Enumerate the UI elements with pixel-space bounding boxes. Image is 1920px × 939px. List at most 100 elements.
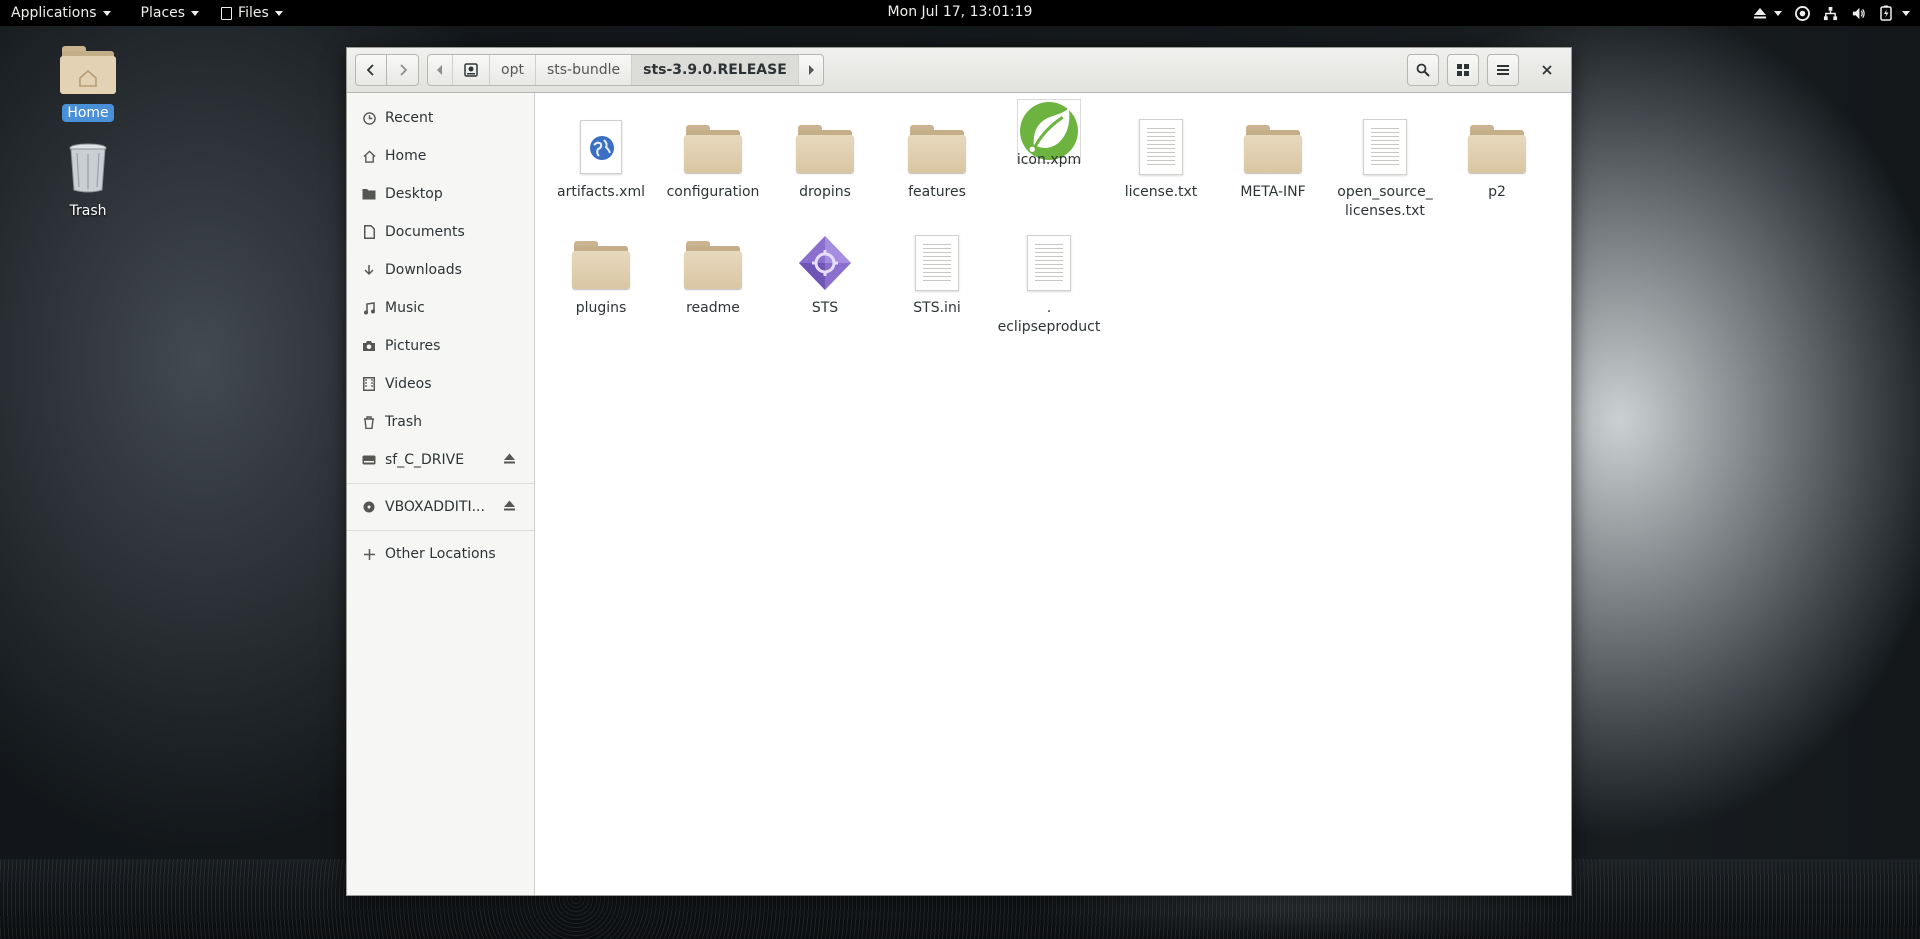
accessibility-icon[interactable]	[1794, 5, 1810, 21]
file-item[interactable]: features	[881, 115, 993, 231]
search-button[interactable]	[1407, 54, 1439, 86]
file-item[interactable]: STS.ini	[881, 231, 993, 347]
sidebar-item-vboxadditions[interactable]: VBOXADDITI...	[347, 488, 534, 526]
sidebar-item-recent[interactable]: Recent	[347, 99, 534, 137]
search-icon	[1416, 63, 1430, 77]
chevron-down-icon[interactable]	[1774, 10, 1782, 16]
file-name: open_source_ licenses.txt	[1337, 184, 1433, 219]
sidebar-item-label: Downloads	[385, 262, 462, 278]
chevron-down-icon	[274, 10, 283, 16]
sidebar-item-pictures[interactable]: Pictures	[347, 327, 534, 365]
chevron-down-icon	[191, 10, 200, 16]
header-bar: opt sts-bundle sts-3.9.0.RELEASE	[347, 48, 1571, 93]
sidebar-item-documents[interactable]: Documents	[347, 213, 534, 251]
network-icon[interactable]	[1822, 5, 1838, 21]
chevron-down-icon	[102, 10, 111, 16]
chevron-right-icon	[399, 64, 407, 76]
sidebar-item-label: Music	[385, 300, 425, 316]
file-item[interactable]: open_source_ licenses.txt	[1329, 115, 1441, 231]
view-toggle-button[interactable]	[1447, 54, 1479, 86]
sidebar-item-home[interactable]: Home	[347, 137, 534, 175]
file-name: . eclipseproduct	[997, 300, 1101, 335]
applications-menu[interactable]: Applications	[0, 0, 122, 26]
path-scroll-left-button[interactable]	[428, 55, 453, 85]
clock[interactable]: Mon Jul 17, 13:01:19	[888, 4, 1033, 20]
folder-icon	[569, 231, 633, 295]
path-root-button[interactable]	[453, 55, 490, 85]
grid-view-icon	[1457, 64, 1469, 76]
chevron-down-icon[interactable]	[1902, 10, 1910, 16]
path-scroll-right-button[interactable]	[799, 55, 823, 85]
system-tray[interactable]	[1752, 0, 1910, 26]
sidebar-separator	[347, 530, 534, 531]
desktop-trash-icon[interactable]: Trash	[43, 138, 133, 220]
forward-button[interactable]	[387, 54, 419, 86]
file-view[interactable]: artifacts.xml configuration dropins feat…	[535, 93, 1571, 895]
file-item[interactable]: plugins	[545, 231, 657, 347]
sidebar-item-other-locations[interactable]: Other Locations	[347, 535, 534, 573]
path-segment-opt[interactable]: opt	[490, 55, 536, 85]
triangle-right-icon	[808, 65, 814, 75]
close-icon	[1542, 65, 1552, 75]
file-name: STS.ini	[913, 300, 961, 316]
sidebar-item-videos[interactable]: Videos	[347, 365, 534, 403]
eject-icon[interactable]	[503, 453, 516, 467]
file-item[interactable]: p2	[1441, 115, 1553, 231]
folder-icon	[1465, 115, 1529, 179]
file-item[interactable]: configuration	[657, 115, 769, 231]
file-item[interactable]: . eclipseproduct	[993, 231, 1105, 347]
path-segment-sts-bundle[interactable]: sts-bundle	[536, 55, 633, 85]
xml-file-icon	[569, 115, 633, 179]
sidebar-item-label: Videos	[385, 376, 432, 392]
hamburger-menu-icon	[1497, 65, 1509, 75]
path-segment-current[interactable]: sts-3.9.0.RELEASE	[632, 55, 799, 85]
menu-button[interactable]	[1487, 54, 1519, 86]
close-window-button[interactable]	[1531, 54, 1563, 86]
video-icon	[361, 377, 377, 391]
text-file-icon	[1017, 231, 1081, 295]
sidebar-item-sf-c-drive[interactable]: sf_C_DRIVE	[347, 441, 534, 479]
file-item[interactable]: META-INF	[1217, 115, 1329, 231]
file-name: artifacts.xml	[557, 184, 645, 200]
folder-icon	[361, 188, 377, 200]
folder-icon	[681, 231, 745, 295]
executable-icon	[793, 231, 857, 295]
nav-buttons	[355, 54, 419, 86]
sidebar-separator	[347, 483, 534, 484]
sidebar-item-label: Trash	[385, 414, 422, 430]
sidebar-item-desktop[interactable]: Desktop	[347, 175, 534, 213]
path-bar: opt sts-bundle sts-3.9.0.RELEASE	[427, 54, 824, 86]
file-item[interactable]: icon.xpm	[993, 99, 1105, 231]
volume-icon[interactable]	[1850, 5, 1866, 21]
battery-icon[interactable]	[1878, 5, 1894, 21]
plus-icon	[361, 548, 377, 560]
home-folder-icon	[60, 46, 116, 94]
file-name: STS	[811, 300, 839, 316]
trash-icon	[361, 415, 377, 429]
files-window: opt sts-bundle sts-3.9.0.RELEASE Recent …	[346, 47, 1572, 896]
file-name: license.txt	[1124, 184, 1198, 200]
files-menu[interactable]: Files	[210, 0, 294, 26]
eject-icon[interactable]	[503, 500, 516, 514]
sidebar-item-trash[interactable]: Trash	[347, 403, 534, 441]
sidebar-item-downloads[interactable]: Downloads	[347, 251, 534, 289]
sidebar-item-label: Desktop	[385, 186, 443, 202]
folder-icon	[793, 115, 857, 179]
chevron-left-icon	[366, 64, 374, 76]
clock-icon	[361, 111, 377, 125]
file-item[interactable]: dropins	[769, 115, 881, 231]
sidebar-item-music[interactable]: Music	[347, 289, 534, 327]
file-name: dropins	[799, 184, 851, 200]
file-item[interactable]: artifacts.xml	[545, 115, 657, 231]
home-icon	[361, 149, 377, 163]
file-name: configuration	[666, 184, 760, 200]
download-icon	[361, 264, 377, 277]
desktop-home-label: Home	[62, 104, 114, 122]
file-item[interactable]: license.txt	[1105, 115, 1217, 231]
desktop-home-icon[interactable]: Home	[43, 40, 133, 122]
places-menu[interactable]: Places	[130, 0, 211, 26]
file-item[interactable]: readme	[657, 231, 769, 347]
file-item[interactable]: STS	[769, 231, 881, 347]
back-button[interactable]	[355, 54, 387, 86]
eject-icon[interactable]	[1752, 5, 1768, 21]
